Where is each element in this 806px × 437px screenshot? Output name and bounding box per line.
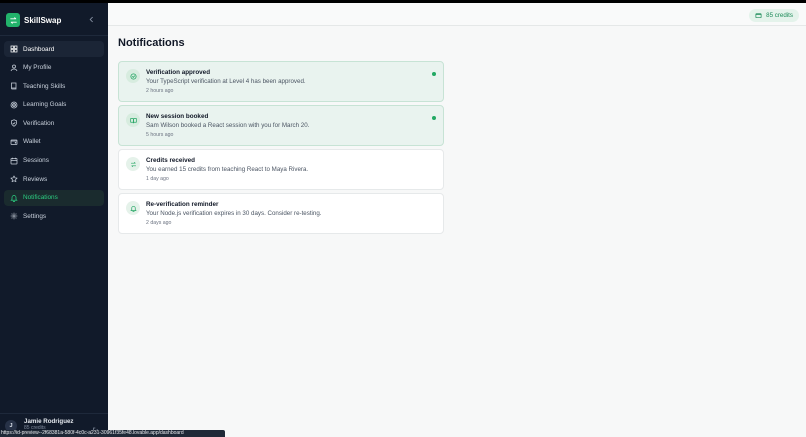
notification-item[interactable]: Credits received You earned 15 credits f…: [118, 149, 444, 190]
notification-title: Re-verification reminder: [146, 201, 219, 208]
logout-icon[interactable]: [92, 422, 100, 434]
sidebar-item-my-profile[interactable]: My Profile: [4, 60, 104, 76]
notification-body: Re-verification reminder Your Node.js ve…: [146, 194, 322, 233]
divider: [0, 35, 108, 36]
notification-body: Verification approved Your TypeScript ve…: [146, 62, 306, 101]
brand-name: SkillSwap: [24, 15, 62, 25]
notification-body: Credits received You earned 15 credits f…: [146, 150, 308, 189]
sidebar-item-wallet[interactable]: Wallet: [4, 134, 104, 150]
unread-dot: [432, 116, 436, 120]
notification-text: Your Node.js verification expires in 30 …: [146, 210, 322, 217]
sidebar-item-dashboard[interactable]: Dashboard: [4, 41, 104, 57]
notification-item[interactable]: Verification approved Your TypeScript ve…: [118, 61, 444, 102]
transfer-icon: [126, 157, 140, 171]
sidebar-item-verification[interactable]: Verification: [4, 115, 104, 131]
notification-item[interactable]: Re-verification reminder Your Node.js ve…: [118, 193, 444, 234]
sidebar-item-teaching-skills[interactable]: Teaching Skills: [4, 78, 104, 94]
collapse-sidebar-button[interactable]: [86, 16, 96, 25]
sidebar-item-sessions[interactable]: Sessions: [4, 153, 104, 169]
notification-body: New session booked Sam Wilson booked a R…: [146, 106, 309, 145]
notification-item[interactable]: New session booked Sam Wilson booked a R…: [118, 105, 444, 146]
sidebar: SkillSwap Dashboard My Profile Teaching …: [0, 3, 108, 437]
shield-check-icon: [9, 118, 19, 128]
sidebar-item-label: Learning Goals: [23, 101, 67, 109]
user-icon: [9, 63, 19, 73]
notification-time: 5 hours ago: [146, 132, 174, 138]
status-bar-url: https://id-preview--2f68381a-580f-4c0c-a…: [0, 430, 225, 437]
book-open-icon: [126, 113, 140, 127]
sidebar-nav: Dashboard My Profile Teaching Skills Lea…: [0, 41, 108, 224]
notification-time: 1 day ago: [146, 176, 169, 182]
sidebar-item-label: Reviews: [23, 175, 48, 183]
check-circle-icon: [126, 69, 140, 83]
sidebar-item-settings[interactable]: Settings: [4, 208, 104, 224]
credits-badge[interactable]: 85 credits: [749, 9, 799, 22]
sidebar-item-label: Sessions: [23, 157, 49, 165]
sidebar-item-label: My Profile: [23, 64, 52, 72]
unread-dot: [432, 72, 436, 76]
gear-icon: [9, 211, 19, 221]
bell-icon: [9, 193, 19, 203]
target-icon: [9, 100, 19, 110]
bell-icon: [126, 201, 140, 215]
notification-title: Verification approved: [146, 69, 211, 76]
wallet-icon: [9, 137, 19, 147]
notification-title: Credits received: [146, 157, 196, 164]
book-icon: [9, 81, 19, 91]
notification-title: New session booked: [146, 113, 209, 120]
notification-time: 2 hours ago: [146, 88, 174, 94]
sidebar-item-reviews[interactable]: Reviews: [4, 171, 104, 187]
dashboard-icon: [9, 44, 19, 54]
notification-text: Sam Wilson booked a React session with y…: [146, 122, 310, 129]
page-title: Notifications: [118, 37, 185, 49]
main-content: 85 credits Notifications Verification ap…: [108, 3, 806, 437]
brand: SkillSwap: [0, 7, 108, 33]
notification-text: Your TypeScript verification at Level 4 …: [146, 78, 306, 85]
sidebar-item-learning-goals[interactable]: Learning Goals: [4, 97, 104, 113]
logo-icon: [6, 13, 20, 27]
sidebar-item-label: Wallet: [23, 138, 41, 146]
credits-badge-label: 85 credits: [766, 12, 793, 19]
wallet-icon: [755, 12, 766, 19]
sidebar-item-label: Notifications: [23, 194, 58, 202]
notification-list: Verification approved Your TypeScript ve…: [118, 61, 444, 237]
sidebar-item-label: Verification: [23, 119, 55, 127]
notification-time: 2 days ago: [146, 220, 172, 226]
sidebar-item-label: Dashboard: [23, 45, 55, 53]
sidebar-item-notifications[interactable]: Notifications: [4, 189, 104, 206]
star-icon: [9, 174, 19, 184]
sidebar-item-label: Teaching Skills: [23, 82, 66, 90]
app-window: SkillSwap Dashboard My Profile Teaching …: [0, 3, 806, 437]
sidebar-item-label: Settings: [23, 212, 47, 220]
topbar: 85 credits: [108, 3, 806, 26]
calendar-icon: [9, 156, 19, 166]
notification-text: You earned 15 credits from teaching Reac…: [146, 166, 309, 173]
